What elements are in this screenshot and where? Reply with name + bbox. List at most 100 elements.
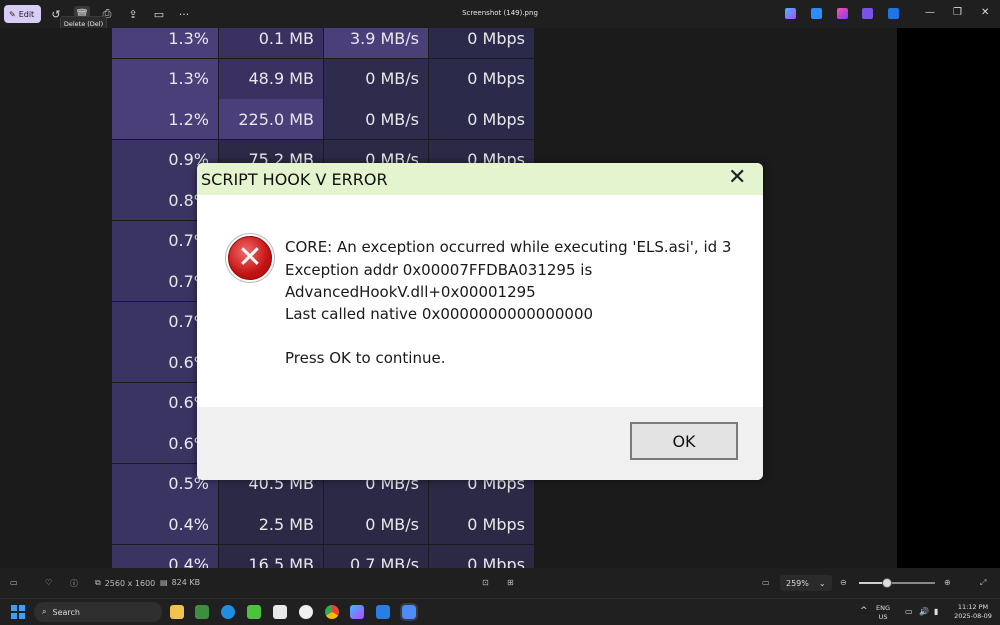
- photos-taskbar-icon[interactable]: [400, 603, 418, 621]
- date: 2025-08-09: [954, 612, 992, 620]
- table-cell-net: 0 Mbps: [429, 544, 534, 568]
- search-icon: ⌕: [42, 607, 47, 616]
- start-icon[interactable]: [11, 605, 25, 619]
- minimize-icon[interactable]: —: [925, 7, 935, 18]
- time: 11:12 PM: [957, 603, 989, 611]
- table-cell-disk: 0.7 MB/s: [324, 544, 428, 568]
- edit-label: Edit: [18, 9, 35, 19]
- clock[interactable]: 11:12 PM 2025-08-09: [950, 603, 996, 621]
- store-icon[interactable]: [273, 605, 287, 619]
- copilot-icon[interactable]: [350, 605, 364, 619]
- chrome-icon[interactable]: [325, 605, 339, 619]
- viewer-statusbar: ▭ ♡ ⓘ ⧉ 2560 x 1600 ▤ 824 KB ⊡ ⊞ ▭ ⊖ ⊕ ⤢: [0, 568, 1000, 598]
- file-explorer-icon[interactable]: [170, 605, 184, 619]
- onedrive-icon[interactable]: [888, 8, 899, 19]
- resolution-icon: ⧉: [95, 578, 101, 587]
- file-title: Screenshot (149).png: [462, 9, 538, 17]
- battery-icon[interactable]: ▮: [934, 607, 938, 616]
- filesize-text: 824 KB: [171, 578, 201, 587]
- tray-chevron-icon[interactable]: ^: [860, 607, 868, 616]
- language-indicator[interactable]: ENG US: [876, 604, 890, 622]
- table-cell-cpu: 1.2%: [112, 99, 218, 139]
- table-cell-cpu: 0.4%: [112, 544, 218, 568]
- fullscreen-icon[interactable]: ⤢: [980, 578, 986, 588]
- restore-icon[interactable]: ❐: [953, 7, 962, 18]
- table-cell-mem: 48.9 MB: [219, 58, 323, 99]
- edge-icon[interactable]: [221, 605, 235, 619]
- resolution-text: 2560 x 1600: [104, 578, 156, 588]
- region-code: US: [878, 613, 888, 621]
- zoom-dropdown[interactable]: 259% ⌄: [780, 575, 832, 591]
- language-code: ENG: [876, 604, 891, 612]
- close-icon[interactable]: ✕: [728, 167, 746, 189]
- zoom-slider-knob[interactable]: [881, 578, 892, 588]
- fit-screen-icon[interactable]: ⊞: [507, 578, 514, 587]
- message-line: CORE: An exception occurred while execut…: [285, 238, 732, 256]
- error-dialog: SCRIPT HOOK V ERROR ✕ ✕ CORE: An excepti…: [197, 163, 763, 480]
- app-icon[interactable]: [299, 605, 313, 619]
- resolution-info: ⧉ 2560 x 1600: [95, 578, 155, 588]
- table-cell-mem: 2.5 MB: [219, 504, 323, 544]
- dialog-title: SCRIPT HOOK V ERROR: [201, 170, 388, 189]
- edit-icon: ✎: [9, 9, 16, 19]
- table-cell-disk: 0 MB/s: [324, 99, 428, 139]
- zoom-slider[interactable]: [859, 578, 935, 588]
- table-cell-mem: 0.1 MB: [219, 28, 323, 58]
- message-line: Exception addr 0x00007FFDBA031295 is: [285, 261, 593, 279]
- table-cell-net: 0 Mbps: [429, 504, 534, 544]
- table-cell-mem: 16.5 MB: [219, 544, 323, 568]
- close-window-icon[interactable]: ✕: [981, 7, 989, 18]
- zoom-in-icon[interactable]: ⊕: [944, 578, 951, 587]
- app-toolbar: ✎ Edit ↺ 🗑 ⎙ ⇪ ▭ ··· Delete (Del) Screen…: [0, 0, 1000, 32]
- table-cell-disk: 0 MB/s: [324, 58, 428, 99]
- taskbar: ⌕ Search ^ ENG US ▭ 🔊 ▮ 11:12 PM 2025-08…: [0, 598, 1000, 625]
- zoom-value: 259%: [786, 578, 809, 588]
- table-row: 1.2% 225.0 MB 0 MB/s 0 Mbps: [112, 99, 534, 139]
- filesize-info: ▤ 824 KB: [160, 578, 200, 587]
- table-cell-net: 0 Mbps: [429, 99, 534, 139]
- table-row: 1.3% 48.9 MB 0 MB/s 0 Mbps: [112, 58, 534, 99]
- search-placeholder: Search: [52, 607, 80, 617]
- filmstrip-icon[interactable]: ▭: [10, 578, 18, 587]
- table-row: 0.4% 2.5 MB 0 MB/s 0 Mbps: [112, 504, 534, 544]
- more-options-icon[interactable]: ···: [176, 6, 192, 22]
- designer-icon[interactable]: [811, 8, 822, 19]
- table-cell-cpu: 1.3%: [112, 28, 218, 58]
- photos-app-icon[interactable]: [862, 8, 873, 19]
- image-side-blank: [897, 28, 1000, 568]
- actual-size-icon[interactable]: ⊡: [482, 578, 489, 587]
- ok-button[interactable]: OK: [630, 422, 738, 460]
- edit-button[interactable]: ✎ Edit: [4, 5, 41, 23]
- table-cell-disk: 0 MB/s: [324, 504, 428, 544]
- error-icon: ✕: [228, 236, 272, 280]
- app-icon[interactable]: [195, 605, 209, 619]
- app-icon[interactable]: [247, 605, 261, 619]
- share-icon[interactable]: ⇪: [125, 6, 141, 22]
- table-cell-cpu: 1.3%: [112, 58, 218, 99]
- message-line: Last called native 0x0000000000000000: [285, 305, 594, 323]
- filesize-icon: ▤: [160, 578, 168, 587]
- dialog-titlebar: SCRIPT HOOK V ERROR ✕: [197, 163, 763, 195]
- table-cell-mem: 225.0 MB: [219, 99, 323, 139]
- network-icon[interactable]: ▭: [905, 607, 913, 616]
- table-cell-net: 0 Mbps: [429, 58, 534, 99]
- table-cell-cpu: 0.4%: [112, 504, 218, 544]
- table-cell-disk: 3.9 MB/s: [324, 28, 428, 58]
- favorite-icon[interactable]: ♡: [45, 578, 52, 587]
- info-icon[interactable]: ⓘ: [70, 578, 78, 589]
- table-cell-net: 0 Mbps: [429, 28, 534, 58]
- dialog-footer: OK: [197, 407, 763, 480]
- table-row: 0.4% 16.5 MB 0.7 MB/s 0 Mbps: [112, 544, 534, 568]
- message-line: AdvancedHookV.dll+0x00001295: [285, 283, 536, 301]
- fit-window-icon[interactable]: ▭: [762, 578, 770, 587]
- taskbar-search[interactable]: ⌕ Search: [34, 602, 162, 622]
- volume-icon[interactable]: 🔊: [919, 607, 929, 616]
- table-row: 1.3% 0.1 MB 3.9 MB/s 0 Mbps: [112, 28, 534, 58]
- zoom-out-icon[interactable]: ⊖: [840, 578, 847, 587]
- chevron-down-icon: ⌄: [818, 578, 826, 588]
- clipchamp-icon[interactable]: [837, 8, 848, 19]
- app-icon[interactable]: [376, 605, 390, 619]
- message-line: Press OK to continue.: [285, 349, 446, 367]
- slideshow-icon[interactable]: ▭: [151, 6, 167, 22]
- copilot-icon[interactable]: [785, 8, 796, 19]
